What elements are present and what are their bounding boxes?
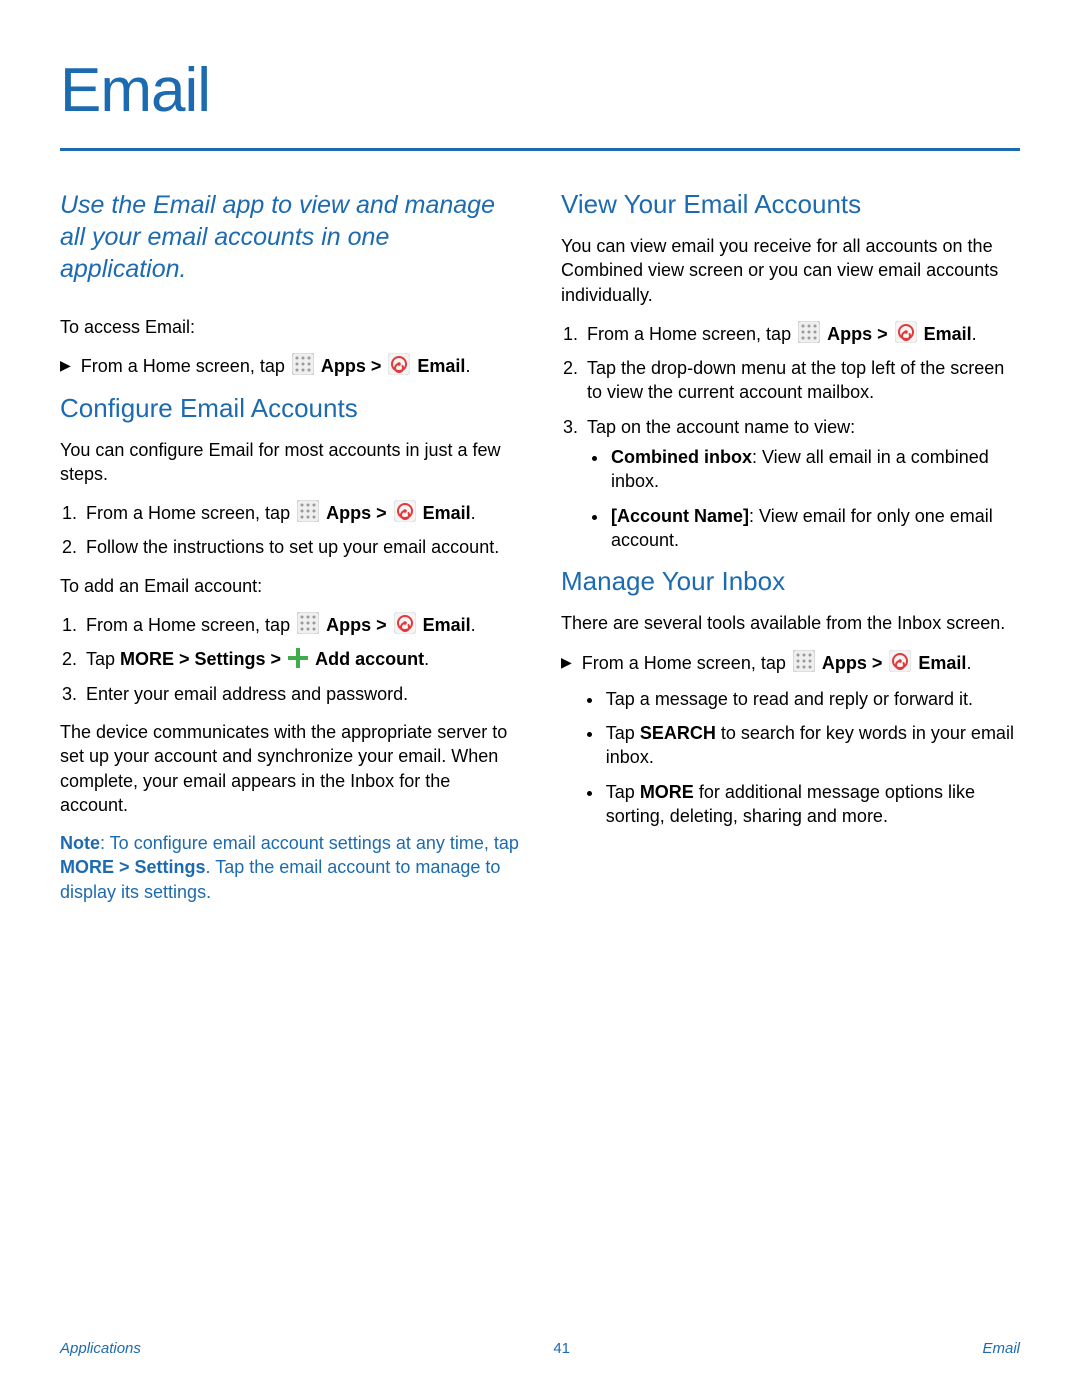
configure-steps: From a Home screen, tap Apps > Email. Fo… bbox=[60, 500, 519, 560]
bullet-label: Combined inbox bbox=[611, 447, 752, 467]
apps-label: Apps bbox=[326, 503, 371, 523]
apps-label: Apps bbox=[321, 356, 366, 376]
configure-post: The device communicates with the appropr… bbox=[60, 720, 519, 817]
configure-note: Note: To configure email account setting… bbox=[60, 831, 519, 904]
email-icon bbox=[394, 612, 416, 634]
email-icon bbox=[388, 353, 410, 375]
page-title: Email bbox=[60, 55, 1020, 126]
list-item: Follow the instructions to set up your e… bbox=[82, 535, 519, 559]
manage-heading: Manage Your Inbox bbox=[561, 566, 1020, 597]
email-label: Email bbox=[423, 615, 471, 635]
view-lead: You can view email you receive for all a… bbox=[561, 234, 1020, 307]
text: From a Home screen, tap bbox=[587, 324, 796, 344]
period: . bbox=[424, 649, 429, 669]
view-bullets: Combined inbox: View all email in a comb… bbox=[587, 445, 1020, 552]
text: From a Home screen, tap bbox=[86, 503, 295, 523]
footer-right: Email bbox=[982, 1340, 1020, 1357]
access-step: ▶ From a Home screen, tap Apps > Email. bbox=[60, 353, 519, 378]
view-heading: View Your Email Accounts bbox=[561, 189, 1020, 220]
access-step-text: From a Home screen, tap Apps > Email. bbox=[81, 353, 519, 378]
list-item: Enter your email address and password. bbox=[82, 682, 519, 706]
apps-label: Apps bbox=[326, 615, 371, 635]
text: Tap on the account name to view: bbox=[587, 417, 855, 437]
list-item: [Account Name]: View email for only one … bbox=[609, 504, 1020, 553]
configure-heading: Configure Email Accounts bbox=[60, 393, 519, 424]
sep: > bbox=[872, 324, 893, 344]
list-item: From a Home screen, tap Apps > Email. bbox=[583, 321, 1020, 346]
page-footer: Applications 41 Email bbox=[60, 1340, 1020, 1357]
email-label: Email bbox=[918, 653, 966, 673]
text: Tap bbox=[606, 723, 640, 743]
email-icon bbox=[895, 321, 917, 343]
plus-icon bbox=[288, 648, 308, 668]
manage-bullets: Tap a message to read and reply or forwa… bbox=[582, 687, 1020, 828]
search-label: SEARCH bbox=[640, 723, 716, 743]
manage-arrow: ▶ From a Home screen, tap Apps > Email. … bbox=[561, 650, 1020, 839]
list-item: Tap the drop-down menu at the top left o… bbox=[583, 356, 1020, 405]
list-item: Tap SEARCH to search for key words in yo… bbox=[604, 721, 1020, 770]
sep: > bbox=[371, 503, 392, 523]
text: From a Home screen, tap bbox=[582, 653, 791, 673]
apps-label: Apps bbox=[827, 324, 872, 344]
left-column: Use the Email app to view and manage all… bbox=[60, 189, 519, 904]
configure-lead: You can configure Email for most account… bbox=[60, 438, 519, 487]
add-account-label: Add account bbox=[315, 649, 424, 669]
list-item: From a Home screen, tap Apps > Email. bbox=[82, 500, 519, 525]
footer-left: Applications bbox=[60, 1340, 141, 1357]
period: . bbox=[465, 356, 470, 376]
access-lead: To access Email: bbox=[60, 315, 519, 339]
period: . bbox=[471, 503, 476, 523]
list-item: Tap MORE > Settings > Add account. bbox=[82, 647, 519, 671]
note-path: MORE > Settings bbox=[60, 857, 206, 877]
note-text: : To configure email account settings at… bbox=[100, 833, 519, 853]
email-label: Email bbox=[417, 356, 465, 376]
period: . bbox=[471, 615, 476, 635]
sep: > bbox=[366, 356, 387, 376]
period: . bbox=[972, 324, 977, 344]
intro-text: Use the Email app to view and manage all… bbox=[60, 189, 519, 285]
apps-icon bbox=[297, 500, 319, 522]
manage-lead: There are several tools available from t… bbox=[561, 611, 1020, 635]
email-label: Email bbox=[423, 503, 471, 523]
add-lead: To add an Email account: bbox=[60, 574, 519, 598]
view-steps: From a Home screen, tap Apps > Email. Ta… bbox=[561, 321, 1020, 552]
title-rule bbox=[60, 148, 1020, 151]
email-icon bbox=[394, 500, 416, 522]
sep: > bbox=[867, 653, 888, 673]
more-label: MORE bbox=[640, 782, 694, 802]
footer-page-number: 41 bbox=[553, 1340, 570, 1357]
manage-arrow-content: From a Home screen, tap Apps > Email. Ta… bbox=[582, 650, 1020, 839]
play-icon: ▶ bbox=[561, 650, 572, 674]
apps-icon bbox=[793, 650, 815, 672]
sep: > bbox=[371, 615, 392, 635]
apps-label: Apps bbox=[822, 653, 867, 673]
text: Tap bbox=[86, 649, 120, 669]
right-column: View Your Email Accounts You can view em… bbox=[561, 189, 1020, 904]
note-label: Note bbox=[60, 833, 100, 853]
bullet-label: [Account Name] bbox=[611, 506, 749, 526]
list-item: Tap MORE for additional message options … bbox=[604, 780, 1020, 829]
list-item: Combined inbox: View all email in a comb… bbox=[609, 445, 1020, 494]
text: From a Home screen, tap bbox=[86, 615, 295, 635]
list-item: From a Home screen, tap Apps > Email. bbox=[82, 612, 519, 637]
apps-icon bbox=[798, 321, 820, 343]
list-item: Tap a message to read and reply or forwa… bbox=[604, 687, 1020, 711]
email-icon bbox=[889, 650, 911, 672]
list-item: Tap on the account name to view: Combine… bbox=[583, 415, 1020, 552]
text: Tap bbox=[606, 782, 640, 802]
path-text: MORE > Settings > bbox=[120, 649, 286, 669]
add-steps: From a Home screen, tap Apps > Email. Ta… bbox=[60, 612, 519, 706]
email-label: Email bbox=[924, 324, 972, 344]
play-icon: ▶ bbox=[60, 353, 71, 377]
text: From a Home screen, tap bbox=[81, 356, 290, 376]
apps-icon bbox=[297, 612, 319, 634]
content-columns: Use the Email app to view and manage all… bbox=[60, 189, 1020, 904]
period: . bbox=[966, 653, 971, 673]
apps-icon bbox=[292, 353, 314, 375]
